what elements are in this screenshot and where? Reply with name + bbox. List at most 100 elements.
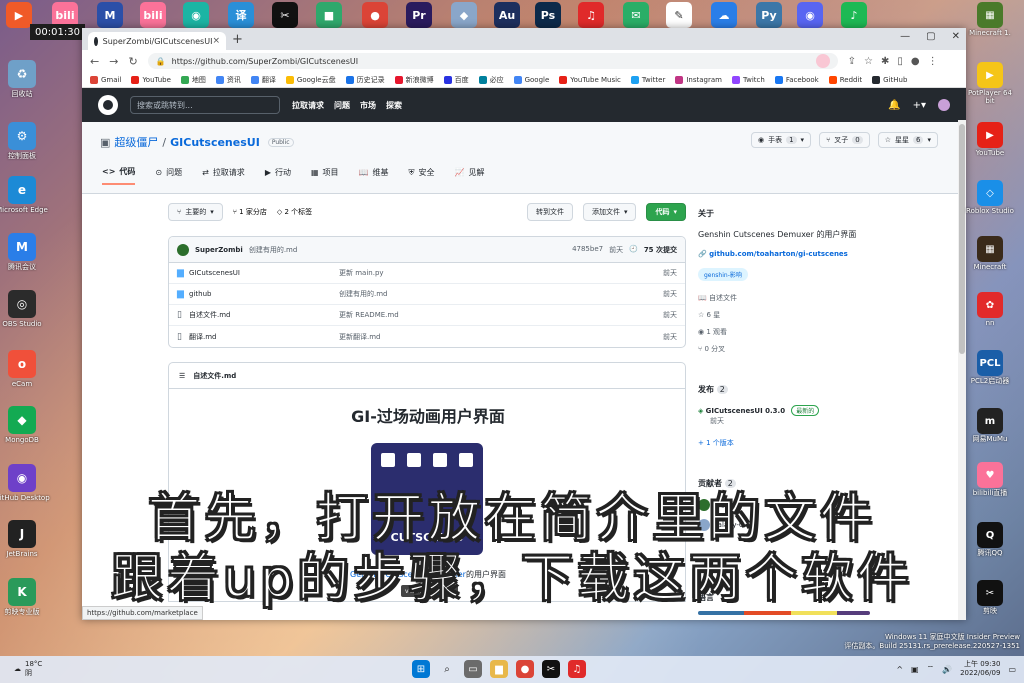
profile-icon[interactable]: ● <box>911 56 920 67</box>
shark-icon[interactable]: ◆ <box>451 2 477 28</box>
bookmark-item[interactable]: YouTube <box>131 75 171 84</box>
watch-button[interactable]: ◉ 手表 1 ▾ <box>750 132 812 148</box>
bookmark-item[interactable]: Google云盘 <box>285 75 336 85</box>
sidepanel-icon[interactable]: ▯ <box>897 56 903 67</box>
desktop-icon[interactable]: e Microsoft Edge <box>0 176 52 215</box>
wechat-icon[interactable]: ✉ <box>623 2 649 28</box>
forward-button[interactable]: → <box>109 55 118 68</box>
maximize-button[interactable]: ▢ <box>926 31 935 42</box>
desktop-icon[interactable]: ♻ 回收站 <box>0 60 52 99</box>
repo-owner-link[interactable]: 超级僵尸 <box>114 134 158 150</box>
close-window-button[interactable]: ✕ <box>952 31 960 42</box>
bookmark-item[interactable]: Reddit <box>828 75 862 84</box>
commit-count[interactable]: 75 次提交 <box>644 245 677 255</box>
capcut-taskbar-icon[interactable]: ✂ <box>542 660 560 678</box>
file-row[interactable]: ▆ github 创建有用的.md 前天 <box>169 284 685 305</box>
bookmark-item[interactable]: Twitch <box>731 75 765 84</box>
premiere-icon[interactable]: Pr <box>406 2 432 28</box>
file-name[interactable]: 自述文件.md <box>189 310 339 320</box>
commit-hash[interactable]: 4785be7 <box>572 245 603 255</box>
tab-wiki[interactable]: 📖 维基 <box>359 166 389 185</box>
goto-file-button[interactable]: 转到文件 <box>526 203 573 221</box>
infuse-icon[interactable]: ▶ <box>6 2 32 28</box>
translate-icon[interactable]: 译 <box>228 2 254 28</box>
create-new-icon[interactable]: +▾ <box>913 100 926 111</box>
network-icon[interactable]: ⌔ <box>927 664 935 674</box>
desktop-icon[interactable]: ▶ YouTube <box>966 122 1014 157</box>
bookmark-item[interactable]: Instagram <box>675 75 722 84</box>
bilibili-icon-2[interactable]: bili <box>140 2 166 28</box>
repo-name-link[interactable]: GICutscenesUI <box>170 136 260 149</box>
file-commit-message[interactable]: 更新 main.py <box>339 268 663 278</box>
bookmark-item[interactable]: Facebook <box>774 75 819 84</box>
scrollbar-thumb[interactable] <box>959 124 965 354</box>
bookmark-item[interactable]: 新浪微博 <box>394 75 434 85</box>
baidu-netdisk-icon[interactable]: ☁ <box>711 2 737 28</box>
bookmark-item[interactable]: 资讯 <box>215 75 241 85</box>
github-nav-item[interactable]: 探索 <box>386 100 402 111</box>
tab-issues[interactable]: ⊙ 问题 <box>155 166 182 185</box>
github-nav-item[interactable]: 拉取请求 <box>292 100 324 111</box>
desktop-icon[interactable]: PCL PCL2启动器 <box>966 350 1014 385</box>
tab-projects[interactable]: ▦ 项目 <box>311 166 339 185</box>
desktop-icon[interactable]: m 网易MuMu <box>966 408 1014 443</box>
chrome-taskbar-icon[interactable]: ● <box>516 660 534 678</box>
close-tab-icon[interactable]: × <box>212 36 220 46</box>
bookmark-item[interactable]: 百度 <box>443 75 469 85</box>
desktop-icon[interactable]: ▦ Minecraft <box>966 236 1014 271</box>
topic-tag[interactable]: genshin-影响 <box>698 268 748 281</box>
tags-link[interactable]: ◇ 2 个标签 <box>277 207 312 217</box>
desktop-icon[interactable]: ✿ nn <box>966 292 1014 327</box>
photoshop-icon[interactable]: Ps <box>535 2 561 28</box>
paint-icon[interactable]: ✎ <box>666 2 692 28</box>
file-name[interactable]: github <box>189 290 339 298</box>
share-icon[interactable]: ⇪ <box>848 56 856 67</box>
desktop-icon[interactable]: ◎ OBS Studio <box>0 290 52 329</box>
camera-icon[interactable]: ◉ <box>183 2 209 28</box>
notification-icon[interactable]: ▭ <box>1008 665 1016 674</box>
netease-taskbar-icon[interactable]: ♫ <box>568 660 586 678</box>
bookmark-item[interactable]: Twitter <box>630 75 665 84</box>
clock[interactable]: 上午 09:30 2022/06/09 <box>960 660 1000 678</box>
search-icon[interactable]: ⌕ <box>438 660 456 678</box>
file-name[interactable]: 翻译.md <box>189 332 339 342</box>
spotify-icon[interactable]: ♪ <box>841 2 867 28</box>
star-button[interactable]: ☆ 星星 6 ▾ <box>877 132 938 148</box>
bookmark-item[interactable]: 地图 <box>180 75 206 85</box>
watching-link[interactable]: ◉ 1 观看 <box>698 327 888 337</box>
netease-music-icon[interactable]: ♫ <box>578 2 604 28</box>
bookmark-item[interactable]: 翻译 <box>250 75 276 85</box>
bookmark-item[interactable]: Gmail <box>90 75 121 84</box>
browser-tab[interactable]: SuperZombi/GICutscenesUI × <box>88 32 226 50</box>
file-explorer-icon[interactable]: ▆ <box>490 660 508 678</box>
mm-icon[interactable]: M <box>97 2 123 28</box>
readme-link[interactable]: 📖 自述文件 <box>698 293 888 303</box>
code-button[interactable]: 代码 ▾ <box>646 203 686 221</box>
url-input[interactable]: 🔒 https://github.com/SuperZombi/GICutsce… <box>147 53 838 69</box>
release-item[interactable]: ◈ GICutscenesUI 0.3.0 最新的 <box>698 405 888 416</box>
desktop-icon[interactable]: o eCam <box>0 350 52 389</box>
app-icon[interactable]: ■ <box>316 2 342 28</box>
forks-link[interactable]: ⑂ 0 分叉 <box>698 344 888 354</box>
desktop-icon[interactable]: ▦ Minecraft 1. <box>966 2 1014 37</box>
add-file-button[interactable]: 添加文件 ▾ <box>582 203 637 221</box>
extension-pet-icon[interactable] <box>815 54 830 68</box>
commit-user[interactable]: SuperZombi <box>195 246 243 254</box>
tray-app-icon[interactable]: ▣ <box>911 665 919 674</box>
file-row[interactable]: ▆ GICutscenesUI 更新 main.py 前天 <box>169 263 685 284</box>
branch-select[interactable]: ⑂ 主要的 ▾ <box>168 203 223 221</box>
discord-icon[interactable]: ◉ <box>797 2 823 28</box>
file-commit-message[interactable]: 更新翻译.md <box>339 332 663 342</box>
branches-link[interactable]: ⑂ 1 家分店 <box>233 207 267 217</box>
bookmark-item[interactable]: Google <box>513 75 549 84</box>
tab-insights[interactable]: 📈 见解 <box>455 166 485 185</box>
github-nav-item[interactable]: 市场 <box>360 100 376 111</box>
python-icon[interactable]: Py <box>756 2 782 28</box>
start-button-icon[interactable]: ⊞ <box>412 660 430 678</box>
fork-button[interactable]: ⑂ 叉子 0 <box>819 132 870 148</box>
bookmark-item[interactable]: GitHub <box>872 75 907 84</box>
weather-widget[interactable]: ☁ 18°C 阴 <box>14 660 42 678</box>
tab-actions[interactable]: ▶ 行动 <box>265 166 291 185</box>
stars-link[interactable]: ☆ 6 星 <box>698 310 888 320</box>
file-row[interactable]: ▯ 自述文件.md 更新 README.md 前天 <box>169 305 685 326</box>
